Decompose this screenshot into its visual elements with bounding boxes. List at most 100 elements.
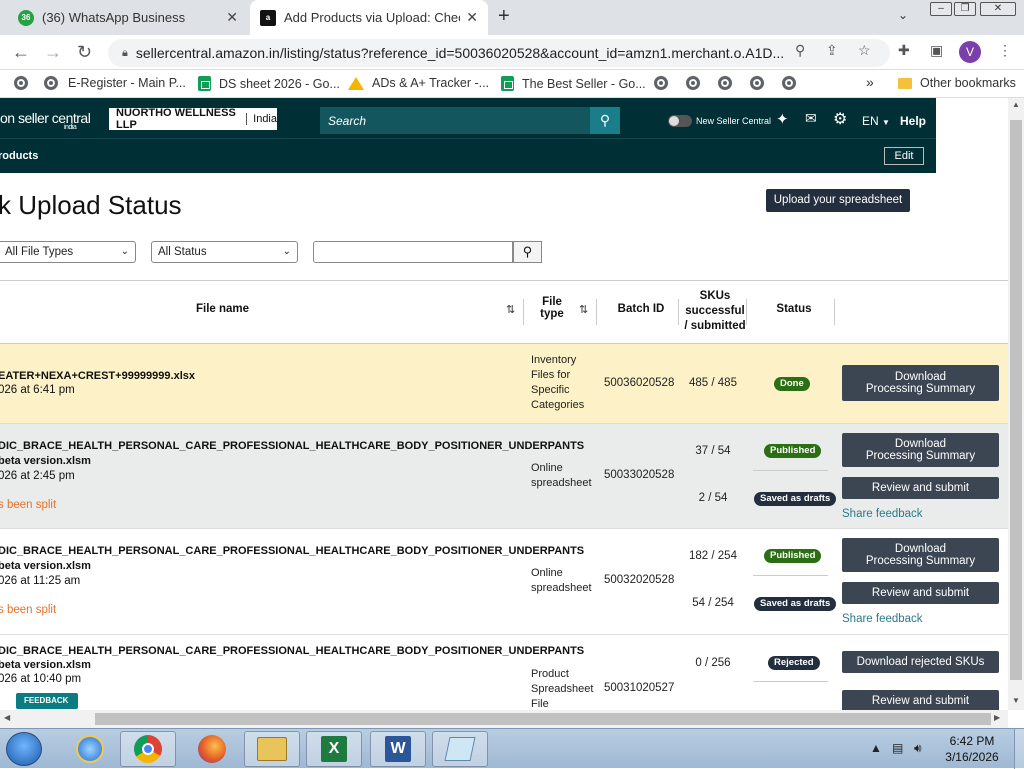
close-window-button[interactable]: ✕ (980, 2, 1016, 16)
gear-icon[interactable]: ⚙ (833, 109, 847, 129)
new-seller-central-toggle[interactable] (668, 115, 692, 127)
extensions-icon[interactable]: ✚ (898, 42, 910, 59)
scrollbar-thumb[interactable] (1010, 120, 1022, 680)
tab-whatsapp[interactable]: 36 (36) WhatsApp Business ✕ (8, 0, 248, 35)
file-type-select[interactable]: All File Types ⌄ (0, 241, 136, 263)
sparkle-icon[interactable]: ✦ (776, 110, 789, 128)
download-rejected-skus-button[interactable]: Download rejected SKUs (842, 651, 999, 673)
volume-icon[interactable]: 🔊︎ (914, 741, 922, 756)
side-panel-icon[interactable]: ▣ (930, 42, 943, 59)
bookmark-globe-5[interactable] (750, 76, 764, 90)
back-icon[interactable]: ← (12, 41, 30, 63)
profile-avatar[interactable]: V (959, 41, 981, 63)
url-text[interactable]: sellercentral.amazon.in/listing/status?r… (136, 45, 796, 61)
close-tab-icon[interactable]: ✕ (226, 9, 238, 26)
seller-search-input[interactable]: Search (320, 107, 590, 134)
file-explorer-icon[interactable] (244, 731, 300, 767)
edit-button[interactable]: Edit (884, 147, 924, 165)
logo-text: on seller central (0, 110, 91, 126)
status-select[interactable]: All Status ⌄ (151, 241, 298, 263)
vertical-scrollbar[interactable]: ▲ ▼ (1008, 98, 1024, 710)
tab-add-products[interactable]: a Add Products via Upload: Check ✕ (250, 0, 488, 35)
scrollbar-thumb[interactable] (95, 713, 991, 725)
show-hidden-icons-icon[interactable]: ▲ (870, 741, 882, 755)
file-name[interactable]: DIC_BRACE_HEALTH_PERSONAL_CARE_PROFESSIO… (0, 440, 584, 452)
share-feedback-link[interactable]: Share feedback (842, 613, 923, 625)
bookmark-globe[interactable] (14, 76, 28, 90)
search-icon: ⚲ (522, 244, 533, 259)
share-feedback-link[interactable]: Share feedback (842, 508, 923, 520)
network-icon[interactable]: ▤ (892, 741, 903, 755)
bookmark-globe-6[interactable] (782, 76, 796, 90)
download-processing-summary-button[interactable]: Download Processing Summary (842, 433, 999, 467)
review-and-submit-button[interactable]: Review and submit (842, 582, 999, 604)
new-tab-button[interactable]: + (498, 6, 510, 26)
bookmark-best-seller[interactable]: The Best Seller - Go... (501, 76, 646, 91)
feedback-button[interactable]: FEEDBACK ✕ (16, 693, 78, 709)
upload-spreadsheet-button[interactable]: Upload your spreadsheet (766, 189, 910, 212)
bookmark-ads-tracker[interactable]: ADs & A+ Tracker -... (348, 76, 489, 90)
column-divider (523, 299, 524, 325)
other-bookmarks[interactable]: Other bookmarks (898, 76, 1016, 90)
bookmarks-bar: E-Register - Main P... DS sheet 2026 - G… (0, 70, 1024, 98)
file-type: Online spreadsheet (531, 567, 592, 594)
tab-search-icon[interactable]: ⌄ (898, 8, 908, 22)
menu-icon[interactable]: ⋮ (998, 42, 1012, 59)
bookmark-globe-2[interactable] (654, 76, 668, 90)
scroll-down-icon[interactable]: ▼ (1012, 696, 1020, 705)
store-selector[interactable]: NUORTHO WELLNESS LLP India (109, 107, 277, 131)
excel-icon[interactable]: X (306, 731, 362, 767)
search-icon[interactable]: ⚲ (590, 107, 620, 134)
bookmark-e-register[interactable]: E-Register - Main P... (44, 76, 186, 90)
horizontal-scrollbar[interactable]: ◀ ▶ (0, 710, 1008, 728)
omnibox[interactable]: 🔒︎ sellercentral.amazon.in/listing/statu… (108, 39, 890, 67)
scroll-right-icon[interactable]: ▶ (994, 713, 1000, 722)
sort-icon[interactable]: ⇅ (506, 303, 515, 316)
bookmark-ds-sheet[interactable]: DS sheet 2026 - Go... (198, 76, 340, 91)
whatsapp-icon: 36 (18, 9, 34, 26)
reload-icon[interactable]: ↻ (77, 41, 92, 63)
forward-icon[interactable]: → (44, 41, 62, 63)
file-type: Product Spreadsheet File (531, 668, 594, 710)
help-link[interactable]: Help (900, 114, 926, 128)
more-bookmarks-button[interactable]: » (866, 74, 874, 90)
file-search-input[interactable] (313, 241, 513, 263)
sort-icon[interactable]: ⇅ (579, 303, 588, 316)
notepad-icon[interactable] (432, 731, 488, 767)
search-button[interactable]: ⚲ (513, 241, 542, 263)
system-clock[interactable]: 6:42 PM 3/16/2026 (932, 733, 1012, 765)
zoom-icon[interactable]: ⚲ (795, 42, 805, 59)
chrome-icon[interactable] (120, 731, 176, 767)
show-desktop-button[interactable] (1014, 729, 1024, 769)
file-name[interactable]: DIC_BRACE_HEALTH_PERSONAL_CARE_PROFESSIO… (0, 545, 584, 557)
internet-explorer-icon[interactable] (62, 731, 118, 767)
globe-icon (750, 76, 764, 90)
download-processing-summary-button[interactable]: Download Processing Summary (842, 538, 999, 572)
restore-button[interactable]: ❐ (954, 2, 976, 16)
review-and-submit-button[interactable]: Review and submit (842, 477, 999, 499)
close-tab-icon[interactable]: ✕ (466, 9, 478, 26)
download-processing-summary-button[interactable]: Download Processing Summary (842, 365, 999, 401)
scroll-left-icon[interactable]: ◀ (4, 713, 10, 722)
clock-date: 3/16/2026 (945, 750, 999, 764)
file-name[interactable]: EATER+NEXA+CREST+99999999.xlsx (0, 370, 195, 382)
divider (753, 575, 828, 576)
bookmark-label: ADs & A+ Tracker -... (372, 76, 490, 90)
scroll-up-icon[interactable]: ▲ (1012, 100, 1020, 109)
bookmark-globe-3[interactable] (686, 76, 700, 90)
bookmark-star-icon[interactable]: ☆ (858, 42, 871, 59)
language-selector[interactable]: EN ▼ (862, 114, 890, 128)
bookmark-globe-4[interactable] (718, 76, 732, 90)
bookmark-label: Other bookmarks (920, 76, 1016, 90)
seller-central-logo[interactable]: on seller central india (0, 110, 91, 131)
table-row: DIC_BRACE_HEALTH_PERSONAL_CARE_PROFESSIO… (0, 424, 1008, 529)
breadcrumb[interactable]: roducts (0, 150, 38, 162)
start-button[interactable] (6, 732, 42, 766)
minimize-button[interactable]: – (930, 2, 952, 16)
share-icon[interactable]: ⇪ (826, 42, 838, 59)
file-name[interactable]: DIC_BRACE_HEALTH_PERSONAL_CARE_PROFESSIO… (0, 645, 584, 657)
review-and-submit-button[interactable]: Review and submit (842, 690, 999, 710)
word-icon[interactable]: W (370, 731, 426, 767)
mail-icon[interactable]: ✉ (805, 110, 817, 127)
firefox-icon[interactable] (184, 731, 240, 767)
